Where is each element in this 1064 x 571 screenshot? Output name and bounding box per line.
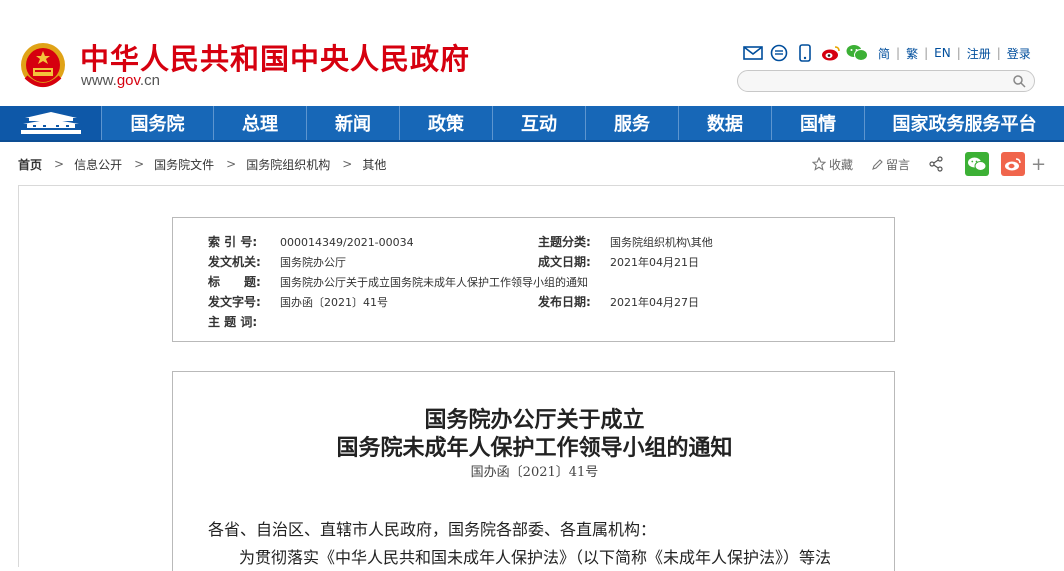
favorite-label: 收藏 bbox=[829, 157, 854, 172]
share-icon bbox=[929, 156, 943, 172]
article-salutation: 各省、自治区、直辖市人民政府，国务院各部委、各直属机构： bbox=[208, 520, 657, 539]
meta-index-label: 索 引 号: bbox=[208, 235, 258, 249]
lang-english-link[interactable]: EN bbox=[934, 46, 951, 60]
search-icon[interactable] bbox=[1012, 74, 1026, 88]
nav-item-news[interactable]: 新闻 bbox=[306, 106, 399, 140]
meta-published-date: 发布日期: 2021年04月27日 bbox=[538, 293, 699, 310]
share-button[interactable] bbox=[928, 156, 947, 172]
nav-item-service-platform[interactable]: 国家政务服务平台 bbox=[864, 106, 1064, 140]
favorite-button[interactable]: 收藏 bbox=[812, 156, 853, 173]
message-icon[interactable] bbox=[768, 43, 790, 63]
more-share-button[interactable]: + bbox=[1031, 154, 1046, 175]
meta-docno-label: 发文字号: bbox=[208, 295, 261, 309]
login-link[interactable]: 登录 bbox=[1007, 45, 1031, 62]
chevron-right-icon: > bbox=[226, 157, 237, 171]
meta-written-label: 成文日期: bbox=[538, 255, 591, 269]
article-paragraph: 为贯彻落实《中华人民共和国未成年人保护法》（以下简称《未成年人保护法》）等法 bbox=[239, 548, 832, 567]
meta-issuer-value: 国务院办公厅 bbox=[280, 256, 346, 269]
comment-button[interactable]: 留言 bbox=[871, 156, 910, 173]
share-wechat-button[interactable] bbox=[965, 152, 990, 176]
lang-simplified-link[interactable]: 简 bbox=[878, 45, 890, 62]
meta-topic-value: 国务院组织机构\其他 bbox=[610, 236, 713, 249]
nav-item-premier[interactable]: 总理 bbox=[213, 106, 306, 140]
breadcrumb-info-disclosure[interactable]: 信息公开 bbox=[74, 156, 122, 173]
chevron-right-icon: > bbox=[54, 157, 65, 171]
search-input[interactable] bbox=[748, 72, 1008, 92]
meta-issuer: 发文机关: 国务院办公厅 bbox=[208, 253, 346, 270]
nav-item-policy[interactable]: 政策 bbox=[399, 106, 492, 140]
nav-item-services[interactable]: 服务 bbox=[585, 106, 678, 140]
comment-label: 留言 bbox=[886, 157, 911, 172]
nav-item-data[interactable]: 数据 bbox=[678, 106, 771, 140]
pencil-icon bbox=[872, 158, 883, 170]
meta-issuer-label: 发文机关: bbox=[208, 255, 261, 269]
chevron-right-icon: > bbox=[134, 157, 145, 171]
document-metadata-table: 索 引 号: 000014349/2021-00034 主题分类: 国务院组织机构\… bbox=[172, 217, 895, 342]
breadcrumb-organization[interactable]: 国务院组织机构 bbox=[246, 156, 330, 173]
meta-title-label: 标 题: bbox=[208, 275, 261, 289]
language-links: 简 | 繁 | EN | 注册 | 登录 bbox=[878, 45, 1031, 62]
meta-published-value: 2021年04月27日 bbox=[610, 296, 699, 309]
site-header: 中华人民共和国中央人民政府 www.gov.cn 简 | 繁 | EN | 注册… bbox=[0, 0, 1064, 106]
wechat-icon bbox=[968, 157, 987, 171]
meta-written-date: 成文日期: 2021年04月21日 bbox=[538, 253, 699, 270]
nav-item-national-info[interactable]: 国情 bbox=[771, 106, 864, 140]
lang-traditional-link[interactable]: 繁 bbox=[906, 45, 918, 62]
domain-suffix: .cn bbox=[139, 72, 160, 89]
nav-home[interactable] bbox=[0, 106, 101, 140]
meta-title: 标 题: 国务院办公厅关于成立国务院未成年人保护工作领导小组的通知 bbox=[208, 273, 588, 290]
meta-index: 索 引 号: 000014349/2021-00034 bbox=[208, 233, 414, 250]
article-body: 国务院办公厅关于成立 国务院未成年人保护工作领导小组的通知 国办函〔2021〕4… bbox=[172, 371, 895, 571]
domain-main: gov bbox=[116, 72, 140, 89]
meta-keywords: 主 题 词: bbox=[208, 313, 280, 330]
breadcrumb: 首页 > 信息公开 > 国务院文件 > 国务院组织机构 > 其他 bbox=[18, 155, 386, 173]
mail-icon[interactable] bbox=[742, 43, 764, 63]
meta-written-value: 2021年04月21日 bbox=[610, 256, 699, 269]
chevron-right-icon: > bbox=[342, 157, 353, 171]
meta-title-value: 国务院办公厅关于成立国务院未成年人保护工作领导小组的通知 bbox=[280, 276, 588, 289]
meta-published-label: 发布日期: bbox=[538, 295, 591, 309]
breadcrumb-home[interactable]: 首页 bbox=[18, 156, 42, 173]
header-tools: 简 | 繁 | EN | 注册 | 登录 bbox=[742, 43, 1031, 63]
separator: | bbox=[896, 46, 901, 60]
separator: | bbox=[924, 46, 929, 60]
wechat-icon[interactable] bbox=[846, 43, 868, 63]
article-doc-number: 国办函〔2021〕41号 bbox=[470, 465, 599, 480]
separator: | bbox=[996, 46, 1001, 60]
meta-index-value: 000014349/2021-00034 bbox=[280, 236, 414, 249]
separator: | bbox=[956, 46, 961, 60]
share-weibo-button[interactable] bbox=[1001, 152, 1026, 176]
weibo-icon bbox=[1005, 158, 1021, 171]
national-emblem-icon bbox=[21, 43, 65, 87]
search-box bbox=[737, 70, 1035, 92]
weibo-icon[interactable] bbox=[820, 43, 842, 63]
star-icon bbox=[812, 157, 826, 171]
breadcrumb-state-council-docs[interactable]: 国务院文件 bbox=[154, 156, 214, 173]
meta-docno: 发文字号: 国办函〔2021〕41号 bbox=[208, 293, 388, 310]
main-nav: 国务院 总理 新闻 政策 互动 服务 数据 国情 国家政务服务平台 bbox=[0, 106, 1064, 142]
register-link[interactable]: 注册 bbox=[967, 45, 991, 62]
domain-prefix: www. bbox=[81, 72, 117, 89]
site-domain[interactable]: www.gov.cn bbox=[81, 72, 160, 89]
meta-topic: 主题分类: 国务院组织机构\其他 bbox=[538, 233, 713, 250]
tiananmen-icon bbox=[20, 112, 81, 134]
nav-item-state-council[interactable]: 国务院 bbox=[101, 106, 213, 140]
meta-docno-value: 国办函〔2021〕41号 bbox=[280, 296, 388, 309]
meta-topic-label: 主题分类: bbox=[538, 235, 591, 249]
meta-keywords-label: 主 题 词: bbox=[208, 315, 258, 329]
breadcrumb-other[interactable]: 其他 bbox=[362, 156, 386, 173]
nav-item-interaction[interactable]: 互动 bbox=[492, 106, 585, 140]
article-title-line-2: 国务院未成年人保护工作领导小组的通知 bbox=[336, 435, 733, 461]
mobile-icon[interactable] bbox=[794, 43, 816, 63]
share-toolbar: 收藏 留言 + bbox=[812, 152, 1046, 176]
